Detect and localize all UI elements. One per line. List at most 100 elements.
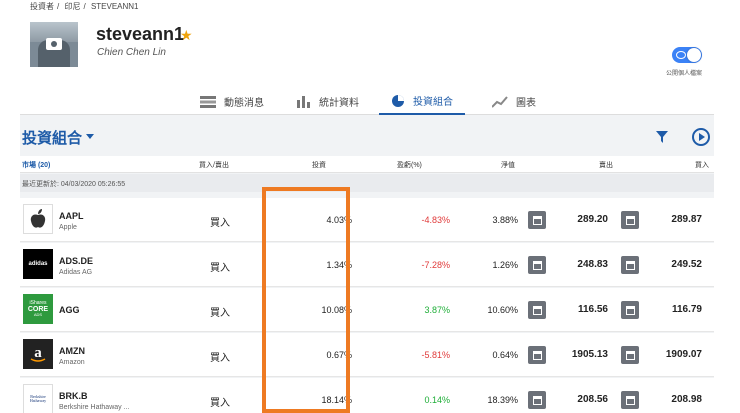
sell-price: 208.56	[577, 394, 608, 405]
tab-stats[interactable]: 統計資料	[297, 88, 359, 115]
chevron-down-icon[interactable]	[86, 134, 94, 139]
sell-price: 116.56	[577, 304, 608, 315]
pl-header[interactable]: 盈虧(%)	[397, 160, 422, 170]
portfolio-header: 投資組合	[20, 120, 714, 156]
public-profile-toggle[interactable]	[672, 47, 702, 63]
table-row[interactable]: AAPL Apple 買入 4.03% -4.83% 3.88% 289.20 …	[20, 198, 714, 242]
invested-column-highlight	[262, 187, 350, 413]
sell-price: 289.20	[577, 214, 608, 225]
sell-button[interactable]	[528, 346, 546, 364]
net-value: 3.88%	[492, 215, 518, 225]
buy-price: 249.52	[671, 259, 702, 270]
net-value: 0.64%	[492, 350, 518, 360]
public-profile-label: 公開個人檔案	[666, 71, 703, 77]
book-icon	[532, 260, 542, 270]
book-icon	[532, 350, 542, 360]
table-row[interactable]: adidas ADS.DE Adidas AG 買入 1.34% -7.28% …	[20, 243, 714, 287]
buy-header[interactable]: 買入	[695, 160, 709, 170]
breadcrumb: 投資者 / 印尼 / STEVEANN1	[30, 2, 139, 11]
buy-price: 208.98	[671, 394, 702, 405]
sell-button[interactable]	[528, 211, 546, 229]
symbol[interactable]: AGG	[59, 305, 80, 315]
ishares-logo-icon: iShares CORE ADS	[23, 294, 53, 324]
tab-portfolio[interactable]: 投資組合	[379, 88, 465, 115]
table-row[interactable]: a AMZN Amazon 買入 0.67% -5.81% 0.64% 1905…	[20, 333, 714, 377]
profile-tabs: 動態消息 統計資料 投資組合 圖表	[20, 88, 714, 115]
adidas-logo-icon: adidas	[23, 249, 53, 279]
buy-button[interactable]	[621, 211, 639, 229]
star-icon[interactable]: ★	[180, 27, 193, 44]
profile-header: 投資者 / 印尼 / STEVEANN1 steveann1 ★ Chien Che…	[0, 0, 740, 88]
table-row[interactable]: iShares CORE ADS AGG 買入 10.08% 3.87% 10.…	[20, 288, 714, 332]
breadcrumb-investors[interactable]: 投資者	[30, 2, 54, 11]
camera-icon[interactable]	[46, 38, 62, 50]
book-icon	[532, 395, 542, 405]
book-icon	[625, 395, 635, 405]
symbol[interactable]: AMZN	[59, 346, 85, 356]
play-icon[interactable]	[692, 128, 710, 146]
sell-price: 1905.13	[571, 349, 608, 360]
tab-feed[interactable]: 動態消息	[200, 88, 264, 115]
sell-button[interactable]	[528, 256, 546, 274]
sell-button[interactable]	[528, 301, 546, 319]
buy-button[interactable]	[621, 346, 639, 364]
book-icon	[532, 215, 542, 225]
portfolio-title[interactable]: 投資組合	[22, 127, 82, 148]
breadcrumb-user: STEVEANN1	[90, 2, 139, 11]
avatar[interactable]	[30, 22, 78, 67]
company-name: Berkshire Hathaway ...	[59, 404, 130, 411]
profit-loss: -5.81%	[421, 350, 450, 360]
action: 買入	[210, 218, 230, 229]
real-name: Chien Chen Lin	[97, 47, 166, 58]
buy-price: 116.79	[671, 304, 702, 315]
chart-icon	[492, 95, 508, 108]
feed-icon	[200, 95, 216, 108]
breadcrumb-indonesia[interactable]: 印尼	[64, 2, 80, 11]
profit-loss: 3.87%	[424, 305, 450, 315]
net-value: 18.39%	[487, 395, 518, 405]
buy-button[interactable]	[621, 391, 639, 409]
sell-button[interactable]	[528, 391, 546, 409]
book-icon	[625, 260, 635, 270]
net-header[interactable]: 淨值	[501, 160, 515, 170]
profit-loss: -4.83%	[421, 215, 450, 225]
apple-logo-icon	[23, 204, 53, 234]
buy-price: 289.87	[671, 214, 702, 225]
book-icon	[625, 305, 635, 315]
profit-loss: -7.28%	[421, 260, 450, 270]
net-value: 1.26%	[492, 260, 518, 270]
tab-chart[interactable]: 圖表	[492, 88, 536, 115]
invested-header[interactable]: 投資	[312, 160, 326, 170]
sell-header[interactable]: 賣出	[599, 160, 613, 170]
last-updated: 最近更新於: 04/03/2020 05:26:55	[20, 174, 714, 192]
sell-price: 248.83	[577, 259, 608, 270]
portfolio-panel: 動態消息 統計資料 投資組合 圖表 投資組合 市場 (20) 買入/賣出 投資 …	[20, 88, 714, 413]
symbol[interactable]: AAPL	[59, 211, 84, 221]
book-icon	[625, 350, 635, 360]
action: 買入	[210, 398, 230, 409]
username: steveann1	[96, 24, 185, 44]
action: 買入	[210, 308, 230, 319]
company-name: Adidas AG	[59, 269, 93, 276]
symbol[interactable]: ADS.DE	[59, 256, 93, 266]
market-count-header[interactable]: 市場 (20)	[22, 160, 50, 170]
company-name: Apple	[59, 224, 77, 231]
company-name: Amazon	[59, 359, 85, 366]
book-icon	[625, 215, 635, 225]
symbol[interactable]: BRK.B	[59, 391, 88, 401]
action: 買入	[210, 353, 230, 364]
buy-sell-header[interactable]: 買入/賣出	[199, 160, 229, 170]
buy-button[interactable]	[621, 301, 639, 319]
table-row[interactable]: Berkshire Hathaway BRK.B Berkshire Hatha…	[20, 378, 714, 413]
table-header: 市場 (20) 買入/賣出 投資 盈虧(%) 淨值 賣出 買入	[20, 156, 714, 173]
action: 買入	[210, 263, 230, 274]
stats-icon	[297, 95, 311, 108]
pie-chart-icon	[391, 94, 405, 108]
amazon-logo-icon: a	[23, 339, 53, 369]
buy-button[interactable]	[621, 256, 639, 274]
profit-loss: 0.14%	[424, 395, 450, 405]
book-icon	[532, 305, 542, 315]
filter-icon[interactable]	[656, 130, 668, 148]
buy-price: 1909.07	[665, 349, 702, 360]
net-value: 10.60%	[487, 305, 518, 315]
